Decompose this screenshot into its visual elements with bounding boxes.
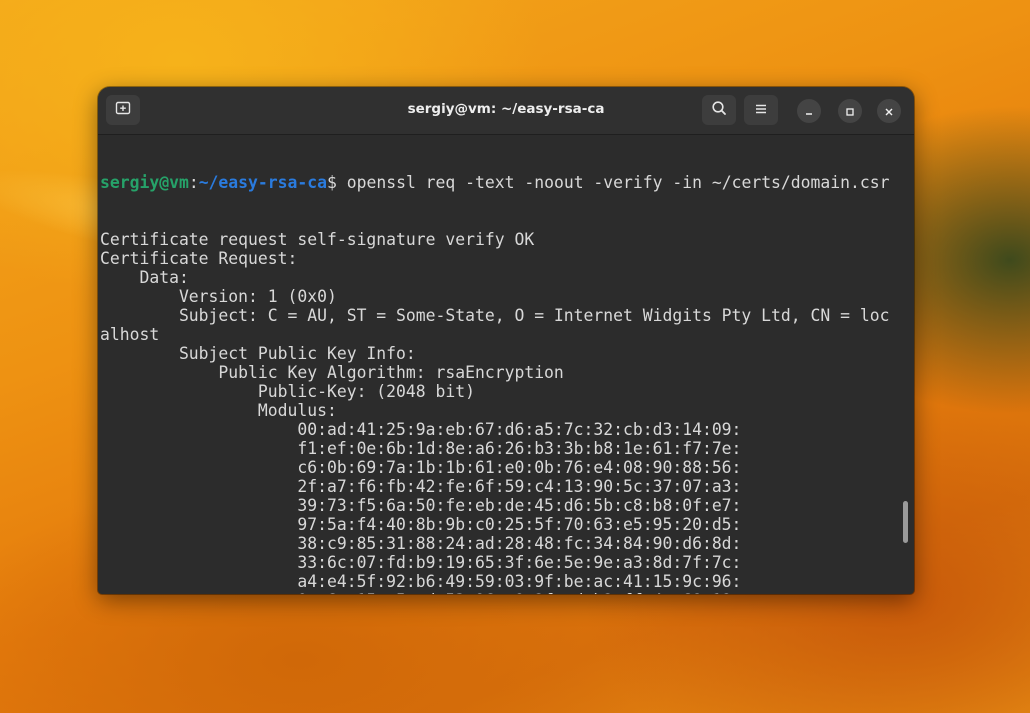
output-line: 33:6c:07:fd:b9:19:65:3f:6e:5e:9e:a3:8d:7… bbox=[100, 553, 742, 572]
search-icon bbox=[711, 100, 727, 120]
output-line: 38:c9:85:31:88:24:ad:28:48:fc:34:84:90:d… bbox=[100, 534, 742, 553]
close-icon bbox=[884, 102, 894, 121]
output-lines: Certificate request self-signature verif… bbox=[100, 230, 906, 594]
output-line: 97:5a:f4:40:8b:9b:c0:25:5f:70:63:e5:95:2… bbox=[100, 515, 742, 534]
output-line: f1:ef:0e:6b:1d:8e:a6:26:b3:3b:b8:1e:61:f… bbox=[100, 439, 742, 458]
hamburger-menu-icon bbox=[754, 101, 768, 120]
output-line: 0c:6a:15:c5:ed:53:96:a8:2f:ad:b2:ff:4a:6… bbox=[100, 591, 906, 594]
prompt-user: sergiy@vm bbox=[100, 173, 189, 192]
prompt-symbol: $ bbox=[326, 173, 347, 192]
terminal-window[interactable]: sergiy@vm: ~/easy-rsa-ca sergiy@vm:~/eas… bbox=[98, 87, 914, 594]
command-text: openssl req -text -noout -verify -in ~/c… bbox=[346, 173, 890, 192]
new-tab-button[interactable] bbox=[106, 95, 140, 125]
maximize-icon bbox=[845, 102, 855, 121]
output-line: alhost bbox=[100, 325, 160, 344]
output-line: Modulus: bbox=[100, 401, 337, 420]
close-button[interactable] bbox=[877, 99, 901, 123]
prompt-line: sergiy@vm:~/easy-rsa-ca$ openssl req -te… bbox=[100, 173, 906, 192]
output-line: a4:e4:5f:92:b6:49:59:03:9f:be:ac:41:15:9… bbox=[100, 572, 742, 591]
output-line: 39:73:f5:6a:50:fe:eb:de:45:d6:5b:c8:b8:0… bbox=[100, 496, 742, 515]
output-line: 00:ad:41:25:9a:eb:67:d6:a5:7c:32:cb:d3:1… bbox=[100, 420, 742, 439]
output-line: Certificate request self-signature verif… bbox=[100, 230, 535, 249]
output-line: Data: bbox=[100, 268, 189, 287]
window-title: sergiy@vm: ~/easy-rsa-ca bbox=[407, 101, 605, 117]
minimize-icon bbox=[804, 102, 814, 121]
search-button[interactable] bbox=[702, 95, 736, 125]
output-line: c6:0b:69:7a:1b:1b:61:e0:0b:76:e4:08:90:8… bbox=[100, 458, 742, 477]
output-line: Public Key Algorithm: rsaEncryption bbox=[100, 363, 564, 382]
output-line: 2f:a7:f6:fb:42:fe:6f:59:c4:13:90:5c:37:0… bbox=[100, 477, 742, 496]
output-line: Subject: C = AU, ST = Some-State, O = In… bbox=[100, 306, 890, 325]
new-tab-icon bbox=[115, 100, 131, 120]
output-line: Subject Public Key Info: bbox=[100, 344, 416, 363]
scrollbar-thumb[interactable] bbox=[903, 501, 908, 543]
title-bar[interactable]: sergiy@vm: ~/easy-rsa-ca bbox=[98, 87, 914, 135]
prompt-separator: : bbox=[188, 173, 199, 192]
output-line: Certificate Request: bbox=[100, 249, 298, 268]
minimize-button[interactable] bbox=[797, 99, 821, 123]
output-line: Public-Key: (2048 bit) bbox=[100, 382, 475, 401]
output-line: Version: 1 (0x0) bbox=[100, 287, 337, 306]
menu-button[interactable] bbox=[744, 95, 778, 125]
terminal-output[interactable]: sergiy@vm:~/easy-rsa-ca$ openssl req -te… bbox=[100, 135, 906, 594]
prompt-path: ~/easy-rsa-ca bbox=[198, 173, 327, 192]
maximize-button[interactable] bbox=[838, 99, 862, 123]
